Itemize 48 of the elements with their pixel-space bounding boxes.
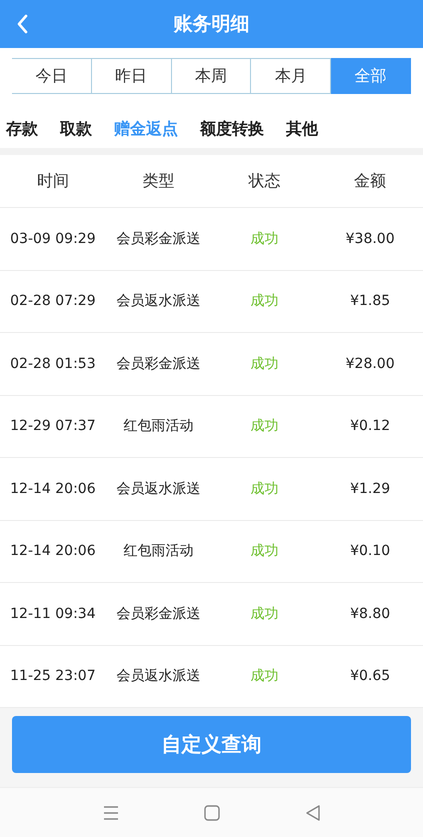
home-icon[interactable] bbox=[204, 805, 220, 821]
back-icon[interactable] bbox=[304, 805, 320, 821]
menu-icon[interactable] bbox=[102, 806, 118, 820]
amount-cell: ¥38.00 bbox=[346, 230, 395, 247]
amount-cell: ¥0.12 bbox=[350, 418, 390, 434]
amount-cell: ¥8.80 bbox=[350, 606, 390, 622]
period-tab[interactable]: 今日 bbox=[12, 58, 92, 94]
category-tab[interactable]: 存款 bbox=[6, 118, 38, 140]
time-cell: 02-28 01:53 bbox=[10, 356, 96, 372]
status-cell: 成功 bbox=[250, 542, 278, 560]
column-header: 金额 bbox=[354, 170, 386, 192]
status-cell: 成功 bbox=[250, 480, 278, 498]
category-tab[interactable]: 取款 bbox=[60, 118, 92, 140]
column-header: 时间 bbox=[36, 170, 69, 192]
category-tab[interactable]: 其他 bbox=[286, 118, 318, 140]
amount-cell: ¥1.29 bbox=[350, 480, 390, 497]
amount-cell: ¥0.65 bbox=[350, 668, 390, 684]
amount-cell: ¥28.00 bbox=[346, 356, 395, 372]
period-tab[interactable]: 昨日 bbox=[92, 58, 172, 94]
status-cell: 成功 bbox=[250, 230, 278, 248]
page-title: 账务明细 bbox=[174, 12, 250, 37]
type-cell: 会员彩金派送 bbox=[116, 230, 201, 248]
type-cell: 会员彩金派送 bbox=[116, 604, 201, 623]
type-cell: 会员彩金派送 bbox=[116, 354, 201, 373]
status-cell: 成功 bbox=[250, 417, 278, 436]
status-cell: 成功 bbox=[250, 292, 278, 310]
status-cell: 成功 bbox=[250, 667, 278, 686]
amount-cell: ¥1.85 bbox=[350, 293, 390, 310]
amount-cell: ¥0.10 bbox=[350, 543, 390, 560]
type-cell: 会员返水派送 bbox=[116, 292, 201, 310]
status-cell: 成功 bbox=[250, 354, 278, 373]
column-header: 状态 bbox=[248, 170, 280, 192]
period-tab[interactable]: 本周 bbox=[172, 58, 252, 94]
time-cell: 12-14 20:06 bbox=[10, 543, 96, 560]
type-cell: 红包雨活动 bbox=[124, 542, 194, 560]
time-cell: 12-29 07:37 bbox=[10, 418, 96, 434]
period-tab[interactable]: 本月 bbox=[251, 58, 332, 94]
type-cell: 会员返水派送 bbox=[116, 667, 201, 686]
column-header: 类型 bbox=[142, 170, 175, 192]
status-cell: 成功 bbox=[250, 604, 278, 623]
time-cell: 11-25 23:07 bbox=[10, 668, 96, 684]
category-tab[interactable]: 额度转换 bbox=[200, 118, 264, 140]
type-cell: 会员返水派送 bbox=[116, 480, 201, 498]
time-cell: 12-14 20:06 bbox=[10, 480, 96, 497]
time-cell: 12-11 09:34 bbox=[10, 606, 96, 622]
time-cell: 03-09 09:29 bbox=[10, 230, 96, 247]
type-cell: 红包雨活动 bbox=[124, 417, 194, 436]
time-cell: 02-28 07:29 bbox=[10, 293, 96, 310]
